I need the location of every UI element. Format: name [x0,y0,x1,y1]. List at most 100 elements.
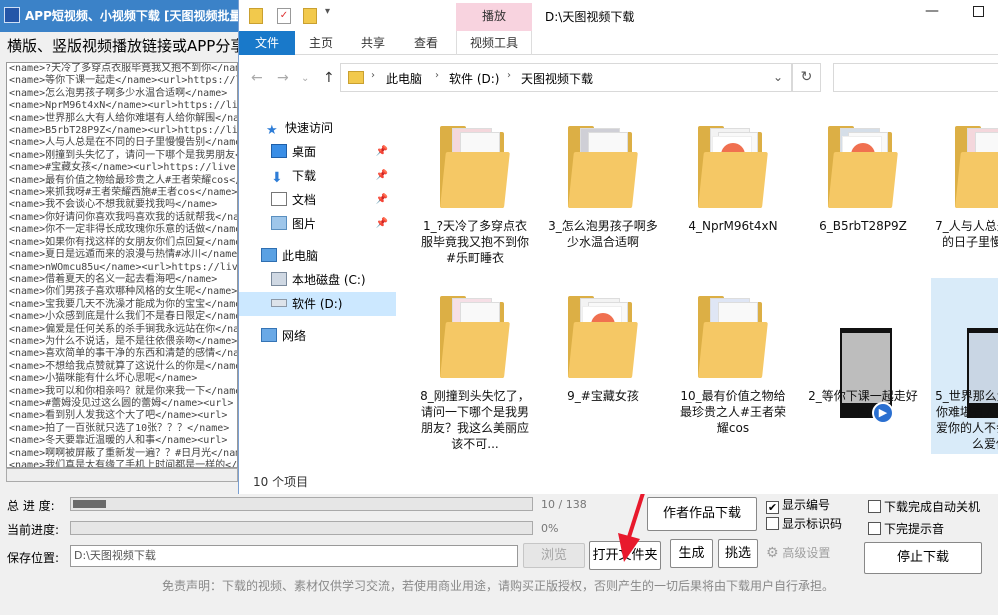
pin-icon[interactable]: 📌 [376,188,388,212]
explorer-title: D:\天图视频下载 [545,10,635,24]
chevron-down-icon[interactable]: ⌄ [773,70,783,84]
nav-drive-c[interactable]: 本地磁盘 (C:) [239,268,396,292]
log-line: <name>怎么泡男孩子啊多少水温合适啊</name> [9,87,228,99]
download-icon: ⬇ [271,170,283,186]
breadcrumb-separator-icon: › [507,70,511,81]
file-name: 7_人与人总是在不同的日子里慢慢告别 [935,219,998,249]
pin-icon[interactable]: 📌 [376,212,388,236]
app-title: APP短视频、小视频下载 [天图视频批量下载] [25,9,238,23]
folder-icon [698,296,768,378]
pick-button[interactable]: 挑选 [718,539,758,568]
generate-button[interactable]: 生成 [670,539,713,568]
file-name: 6_B5rbT28P9Z [819,219,907,233]
nav-quick-access[interactable]: ★ 快速访问 [239,116,396,140]
disclaimer: 免责声明：下载的视频、素材仅供学习交流，若使用商业用途，请购买正版授权，否则产生… [162,579,835,593]
file-name: 5_世界那么大有人给你难堪有人给你解围爱你的人不会知道怎么爱你 [935,389,998,451]
file-name: 8_刚撞到头失忆了，请问一下哪个是我男朋友？我这么美丽应该不可... [420,389,530,451]
file-name: 1_?天冷了多穿点衣服毕竟我又抱不到你#乐町睡衣 [420,219,529,265]
total-progress-text: 10 / 138 [541,498,587,511]
refresh-icon[interactable]: ↻ [792,63,821,92]
nav-documents[interactable]: 文档 📌 [239,188,396,212]
tab-home[interactable]: 主页 [297,31,345,55]
complete-tip-checkbox[interactable]: 下完提示音 [868,520,944,537]
document-icon [271,192,287,206]
nav-desktop[interactable]: 桌面 📌 [239,140,396,164]
file-explorer-window: ✓ ▾ 播放 D:\天图视频下载 — 文件 主页 共享 查看 视频工具 ← → … [238,0,998,494]
ribbon-tabs: 文件 主页 共享 查看 视频工具 [239,31,998,55]
nav-desktop-label: 桌面 [292,145,317,159]
breadcrumb-separator-icon: › [435,70,439,81]
log-line: <name>我不会谈心不想我就要找我吗</name> [9,199,218,211]
log-line: <name>你不一定非得长成玫瑰你乐意的话做</name> [9,224,238,236]
tab-view[interactable]: 查看 [402,31,450,55]
picture-icon [271,216,287,230]
show-number-checkbox[interactable]: ✔ 显示编号 [766,496,830,514]
file-item[interactable]: M4A 4_NprM96t4xN [674,108,792,284]
log-line: <name>我们真是太有缘了手机上时间都是一样的</name> [9,460,238,468]
advanced-settings[interactable]: ⚙ 高级设置 [766,544,830,561]
properties-icon[interactable]: ✓ [277,8,291,24]
advanced-settings-label: 高级设置 [782,546,831,560]
file-item[interactable]: 8_刚撞到头失忆了，请问一下哪个是我男朋友？我这么美丽应该不可... [416,278,534,454]
forward-arrow-icon[interactable]: → [277,70,289,86]
file-item[interactable]: 1_?天冷了多穿点衣服毕竟我又抱不到你#乐町睡衣 [416,108,534,284]
nav-pictures[interactable]: 图片 📌 [239,212,396,236]
new-folder-icon[interactable] [303,8,317,24]
folder-icon [440,126,510,208]
breadcrumb-separator-icon: › [371,70,375,81]
folder-icon [249,8,263,24]
breadcrumb-this-pc[interactable]: 此电脑 [386,70,422,87]
nav-network[interactable]: 网络 [239,324,396,348]
back-arrow-icon[interactable]: ← [251,70,263,86]
browse-button[interactable]: 浏览 [523,543,585,568]
search-input[interactable] [833,63,998,92]
customize-toolbar-icon[interactable]: ▾ [325,6,330,17]
log-line: <name>你们男孩子喜欢哪种风格的女生呢</name> [9,286,238,298]
file-item[interactable]: M4A 6_B5rbT28P9Z [804,108,922,284]
nav-drive-d-label: 软件 (D:) [292,297,343,311]
breadcrumb-drive-d[interactable]: 软件 (D:) [449,70,499,87]
nav-drive-d[interactable]: 软件 (D:) [239,292,396,316]
total-progress-fill [73,500,107,508]
pin-icon[interactable]: 📌 [376,140,388,164]
show-mark-checkbox[interactable]: 显示标识码 [766,515,842,532]
address-bar[interactable]: › 此电脑 › 软件 (D:) › 天图视频下载 ⌄ [340,63,792,92]
file-item[interactable]: ▶ 2_等你下课一起走好吗 [804,278,922,454]
nav-drive-c-label: 本地磁盘 (C:) [292,273,366,287]
log-line: <name>#蕾姆没见过这么圆的蕾姆</name><url> [9,397,234,409]
pin-icon[interactable]: 📌 [376,164,388,188]
file-item[interactable]: 7_人与人总是在不同的日子里慢慢告别 [931,108,998,284]
auto-shutdown-checkbox[interactable]: 下载完成自动关机 [868,498,980,515]
up-arrow-icon[interactable]: ↑ [323,70,335,86]
url-list-textarea[interactable]: <name>?天冷了多穿点衣服毕竟我又抱不到你</name> <name>等你下课… [6,62,238,468]
horizontal-scrollbar[interactable] [6,468,238,482]
tab-share[interactable]: 共享 [349,31,397,55]
file-item[interactable]: 3_怎么泡男孩子啊多少水温合适啊 [544,108,662,284]
maximize-icon[interactable] [973,6,984,17]
nav-documents-label: 文档 [292,193,317,207]
tab-video-tools[interactable]: 视频工具 [456,31,532,55]
file-item[interactable]: ▶5_世界那么大有人给你难堪有人给你解围爱你的人不会知道怎么爱你 [931,278,998,454]
save-path-input[interactable]: D:\天图视频下载 [70,545,518,567]
minimize-icon[interactable]: — [925,3,939,19]
nav-downloads-label: 下载 [292,169,317,183]
nav-network-label: 网络 [282,329,307,343]
folder-icon [440,296,510,378]
total-progress-label: 总 进 度: [7,499,55,513]
current-progress-text: 0% [541,522,559,535]
file-item[interactable]: M4A 9_#宝藏女孩 [544,278,662,454]
file-name: 2_等你下课一起走好吗 [808,389,918,419]
log-line: <name>世界那么大有人给你难堪有人给你解围</name> [9,112,238,124]
tab-file[interactable]: 文件 [239,31,295,55]
log-line: <name>我可以和你相亲吗？就是你来我一下</name> [9,385,238,397]
url-hint: 横版、竖版视频播放链接或APP分享 [7,37,238,55]
recent-chevron-icon[interactable]: ⌄ [301,73,309,84]
stop-download-button[interactable]: 停止下载 [864,542,982,574]
file-item[interactable]: 10_最有价值之物给最珍贵之人#王者荣耀cos [674,278,792,454]
log-line: <name>冬天要靠近温暖的人和事</name><url> [9,435,228,447]
nav-downloads[interactable]: ⬇ 下载 📌 [239,164,396,188]
log-line: <name>偏爱是任何关系的杀手锏我永远站在你</name> [9,323,238,335]
nav-this-pc[interactable]: 此电脑 [239,244,396,268]
breadcrumb-folder[interactable]: 天图视频下载 [521,70,593,87]
tab-play-context[interactable]: 播放 [456,3,532,31]
